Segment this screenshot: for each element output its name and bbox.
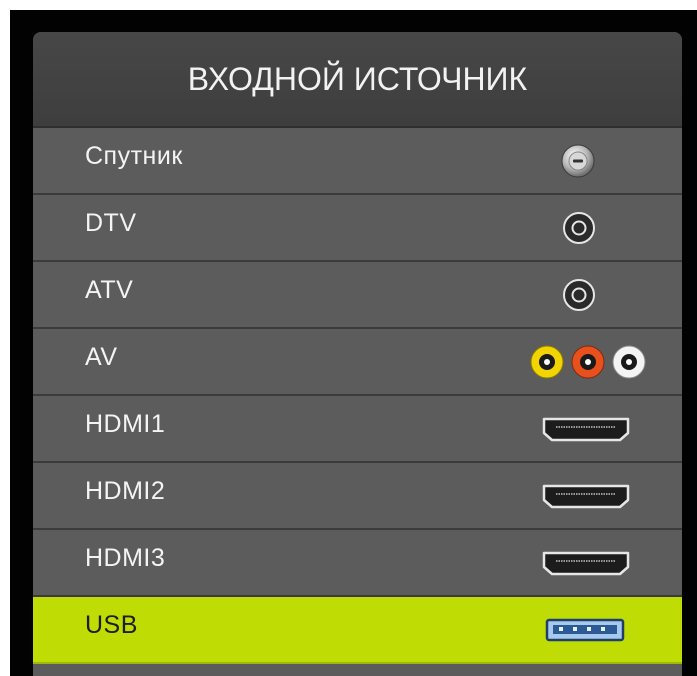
source-item-atv[interactable]: ATV [33,262,682,329]
source-item-dtv[interactable]: DTV [33,195,682,262]
source-item-label: DTV [85,209,137,237]
rca-av-ports-icon [529,329,647,394]
source-item-av[interactable]: AV [33,329,682,396]
source-item-label: HDMI3 [85,544,166,572]
source-item-label: Спутник [85,142,183,170]
input-source-menu: ВХОДНОЙ ИСТОЧНИК Спутник DTV ATV AV HDMI… [33,32,682,676]
hdmi-port-icon [540,530,632,595]
menu-header: ВХОДНОЙ ИСТОЧНИК [33,32,682,128]
source-item-hdmi1[interactable]: HDMI1 [33,396,682,463]
tv-screen: ВХОДНОЙ ИСТОЧНИК Спутник DTV ATV AV HDMI… [10,10,697,676]
source-item-hdmi3[interactable]: HDMI3 [33,530,682,597]
hdmi-port-icon [540,396,632,461]
source-item-satellite[interactable]: Спутник [33,128,682,195]
antenna-port-icon [562,262,596,327]
hdmi-port-icon [540,463,632,528]
source-item-label: HDMI1 [85,410,166,438]
source-item-hdmi2[interactable]: HDMI2 [33,463,682,530]
source-item-usb[interactable]: USB [33,597,682,664]
source-item-label: HDMI2 [85,477,166,505]
antenna-port-icon [562,195,596,260]
source-item-label: USB [85,611,138,639]
usb-port-icon [545,597,625,662]
satellite-port-icon [560,128,596,193]
source-item-label: AV [85,343,118,371]
source-item-label: ATV [85,276,134,304]
menu-title: ВХОДНОЙ ИСТОЧНИК [187,60,528,97]
